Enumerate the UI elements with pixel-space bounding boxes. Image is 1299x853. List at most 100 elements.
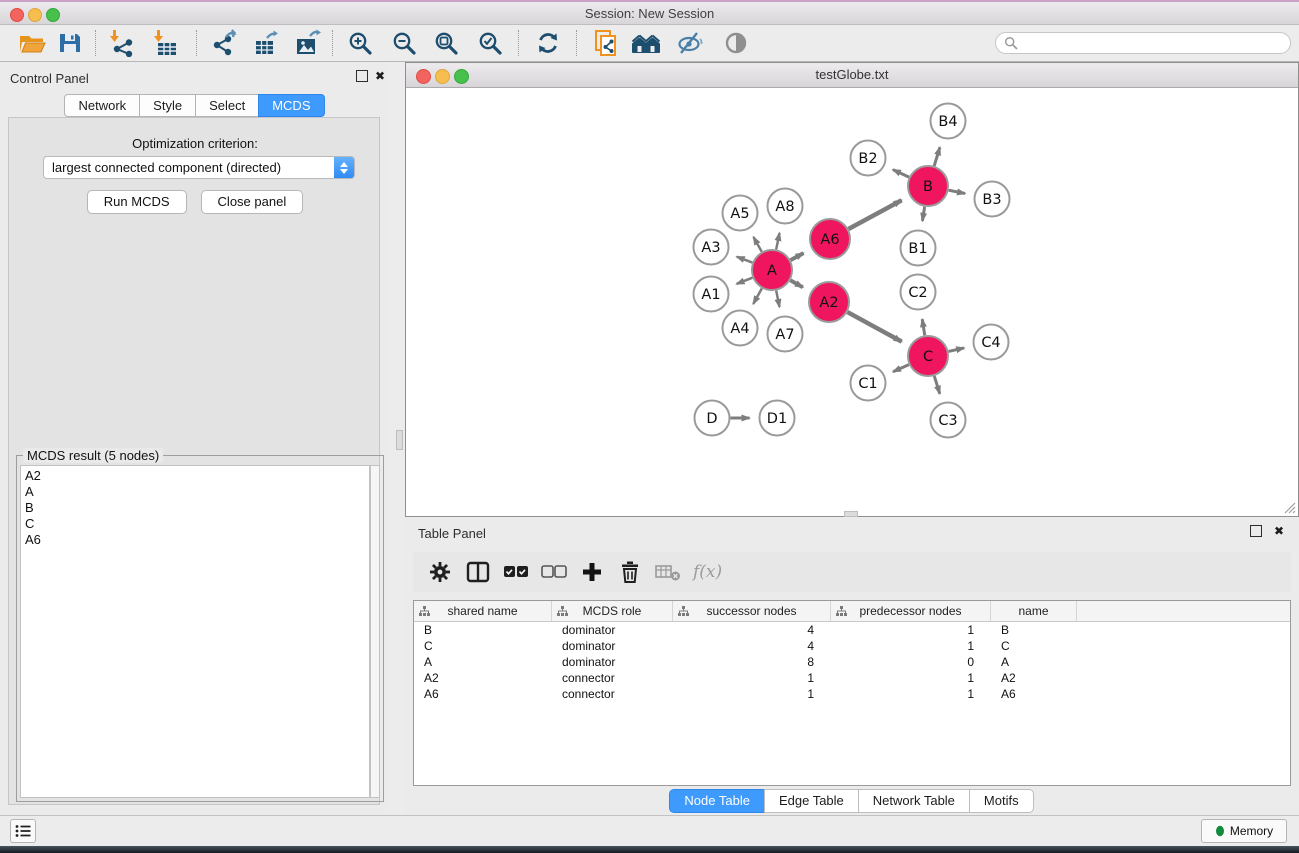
graph-node-A6[interactable]: A6 bbox=[810, 219, 850, 259]
task-history-button[interactable] bbox=[10, 819, 36, 843]
table-row[interactable]: A2connector11A2 bbox=[414, 670, 1290, 686]
tab-style[interactable]: Style bbox=[139, 94, 196, 117]
close-panel-icon[interactable]: ✖ bbox=[375, 70, 385, 82]
criterion-dropdown[interactable]: largest connected component (directed) bbox=[43, 156, 355, 179]
delete-column-icon[interactable] bbox=[611, 556, 649, 588]
graph-node-C4[interactable]: C4 bbox=[974, 325, 1009, 360]
graph-edge-B-B4[interactable] bbox=[934, 147, 940, 166]
result-scrollbar[interactable] bbox=[370, 465, 380, 798]
select-all-icon[interactable] bbox=[497, 556, 535, 588]
graph-edge-C-C2[interactable] bbox=[922, 319, 925, 335]
network-window-titlebar[interactable]: testGlobe.txt bbox=[406, 63, 1298, 88]
graph-node-B2[interactable]: B2 bbox=[851, 141, 886, 176]
zoom-in-icon[interactable] bbox=[342, 28, 378, 58]
node-table[interactable]: shared nameMCDS rolesuccessor nodesprede… bbox=[413, 600, 1291, 786]
graph-edge-A-A2[interactable] bbox=[790, 280, 803, 287]
export-table-icon[interactable] bbox=[248, 28, 284, 58]
tab-network-table[interactable]: Network Table bbox=[858, 789, 970, 813]
graph-node-A3[interactable]: A3 bbox=[694, 230, 729, 265]
result-list-item[interactable]: A2 bbox=[25, 468, 369, 484]
result-list-item[interactable]: A6 bbox=[25, 532, 369, 548]
splitter-handle-vertical[interactable] bbox=[396, 430, 403, 450]
zoom-out-icon[interactable] bbox=[386, 28, 422, 58]
import-network-icon[interactable] bbox=[104, 28, 140, 58]
run-mcds-button[interactable]: Run MCDS bbox=[87, 190, 187, 214]
graph-edge-B-B1[interactable] bbox=[922, 207, 924, 221]
session-details-icon[interactable] bbox=[588, 28, 624, 58]
close-panel-button[interactable]: Close panel bbox=[201, 190, 304, 214]
graph-edge-C-C3[interactable] bbox=[934, 376, 940, 394]
graph-edge-A-A1[interactable] bbox=[737, 278, 753, 284]
tab-network[interactable]: Network bbox=[64, 94, 140, 117]
column-header-successor-nodes[interactable]: successor nodes bbox=[673, 601, 831, 621]
float-panel-icon[interactable] bbox=[356, 70, 368, 82]
graph-edge-A-A3[interactable] bbox=[737, 257, 753, 263]
table-row[interactable]: Adominator80A bbox=[414, 654, 1290, 670]
graph-node-B4[interactable]: B4 bbox=[931, 104, 966, 139]
hide-graphics-icon[interactable] bbox=[672, 28, 708, 58]
zoom-selected-icon[interactable] bbox=[472, 28, 508, 58]
graph-node-A1[interactable]: A1 bbox=[694, 277, 729, 312]
graph-edge-A-A6[interactable] bbox=[791, 253, 804, 260]
column-header-name[interactable]: name bbox=[991, 601, 1077, 621]
graph-edge-A-A7[interactable] bbox=[776, 291, 779, 307]
tab-select[interactable]: Select bbox=[195, 94, 259, 117]
graph-node-A7[interactable]: A7 bbox=[768, 317, 803, 352]
refresh-icon[interactable] bbox=[530, 28, 566, 58]
home-icon[interactable] bbox=[628, 28, 664, 58]
graph-node-D[interactable]: D bbox=[695, 401, 730, 436]
tab-node-table[interactable]: Node Table bbox=[669, 789, 765, 813]
table-row[interactable]: Cdominator41C bbox=[414, 638, 1290, 654]
show-graphics-icon[interactable] bbox=[718, 28, 754, 58]
resize-grip-icon[interactable] bbox=[1283, 501, 1296, 514]
close-table-panel-icon[interactable]: ✖ bbox=[1274, 525, 1284, 537]
result-list-item[interactable]: A bbox=[25, 484, 369, 500]
column-header-predecessor-nodes[interactable]: predecessor nodes bbox=[831, 601, 991, 621]
column-header-mcds-role[interactable]: MCDS role bbox=[552, 601, 673, 621]
graph-node-A8[interactable]: A8 bbox=[768, 189, 803, 224]
graph-edge-A-A8[interactable] bbox=[776, 233, 779, 249]
table-row[interactable]: Bdominator41B bbox=[414, 622, 1290, 638]
float-table-panel-icon[interactable] bbox=[1250, 525, 1262, 537]
memory-button[interactable]: Memory bbox=[1201, 819, 1287, 843]
graph-node-A[interactable]: A bbox=[752, 250, 792, 290]
result-list-item[interactable]: C bbox=[25, 516, 369, 532]
graph-node-A5[interactable]: A5 bbox=[723, 196, 758, 231]
graph-node-A2[interactable]: A2 bbox=[809, 282, 849, 322]
show-columns-icon[interactable] bbox=[459, 556, 497, 588]
search-input[interactable] bbox=[1022, 34, 1290, 52]
graph-node-C1[interactable]: C1 bbox=[851, 366, 886, 401]
export-network-icon[interactable] bbox=[206, 28, 242, 58]
graph-edge-A6-B[interactable] bbox=[848, 200, 901, 229]
network-graph-canvas[interactable]: A A1 A2 A3 A4 A5 A6 A7 A8 B B1 B2 B3 B4 C C1 C2 C3 C4 D D1 bbox=[406, 88, 1298, 516]
graph-node-B3[interactable]: B3 bbox=[975, 182, 1010, 217]
open-file-icon[interactable] bbox=[14, 28, 50, 58]
zoom-fit-icon[interactable] bbox=[428, 28, 464, 58]
graph-node-A4[interactable]: A4 bbox=[723, 311, 758, 346]
add-column-icon[interactable] bbox=[573, 556, 611, 588]
import-table-icon[interactable] bbox=[148, 28, 184, 58]
graph-node-C[interactable]: C bbox=[908, 336, 948, 376]
column-header-shared-name[interactable]: shared name bbox=[414, 601, 552, 621]
tab-mcds[interactable]: MCDS bbox=[258, 94, 324, 117]
graph-edge-C-C1[interactable] bbox=[893, 365, 909, 372]
graph-node-C2[interactable]: C2 bbox=[901, 275, 936, 310]
graph-edge-B-B2[interactable] bbox=[893, 170, 909, 177]
table-settings-icon[interactable] bbox=[421, 556, 459, 588]
graph-node-D1[interactable]: D1 bbox=[760, 401, 795, 436]
graph-node-B1[interactable]: B1 bbox=[901, 231, 936, 266]
tab-edge-table[interactable]: Edge Table bbox=[764, 789, 859, 813]
search-field[interactable] bbox=[995, 32, 1291, 54]
table-row[interactable]: A6connector11A6 bbox=[414, 686, 1290, 702]
graph-edge-A-A4[interactable] bbox=[753, 288, 762, 304]
mcds-result-list[interactable]: A2ABCA6 bbox=[20, 465, 370, 798]
deselect-all-icon[interactable] bbox=[535, 556, 573, 588]
graph-edge-A-A5[interactable] bbox=[753, 237, 761, 252]
result-list-item[interactable]: B bbox=[25, 500, 369, 516]
graph-node-B[interactable]: B bbox=[908, 166, 948, 206]
save-session-icon[interactable] bbox=[52, 28, 88, 58]
graph-edge-C-C4[interactable] bbox=[948, 348, 964, 351]
export-image-icon[interactable] bbox=[290, 28, 326, 58]
graph-edge-B-B3[interactable] bbox=[949, 190, 965, 193]
graph-node-C3[interactable]: C3 bbox=[931, 403, 966, 438]
